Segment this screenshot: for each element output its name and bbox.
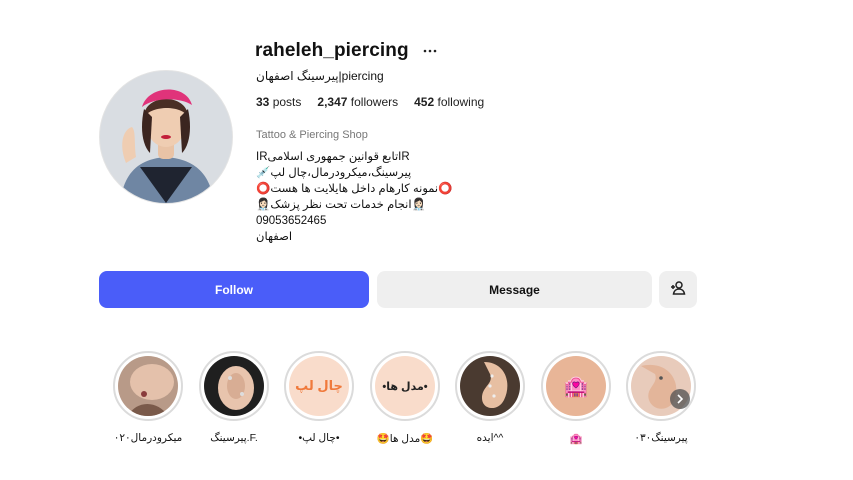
chevron-right-icon[interactable] bbox=[670, 389, 690, 409]
profile-bio: IRتابع قوانین جمهوری اسلامیIR 💉پیرسینگ،م… bbox=[256, 149, 452, 245]
story-highlight[interactable]: پیرسینگ.F. bbox=[199, 351, 269, 444]
more-horizontal-icon[interactable] bbox=[423, 49, 437, 53]
followers-link[interactable]: 2,347 followers bbox=[317, 95, 398, 109]
follow-button[interactable]: Follow bbox=[99, 271, 369, 308]
add-user-icon bbox=[670, 280, 686, 299]
profile-category: Tattoo & Piercing Shop bbox=[256, 129, 368, 141]
highlight-label: ایده^^ bbox=[476, 432, 504, 444]
bio-line: IRتابع قوانین جمهوری اسلامیIR bbox=[256, 151, 410, 163]
highlight-cover bbox=[460, 356, 520, 416]
highlight-cover-emoji: 🏩 bbox=[563, 375, 589, 398]
bio-phone[interactable]: 09053652465 bbox=[256, 213, 452, 229]
story-highlight[interactable]: چال لپ •چال لپ• bbox=[284, 351, 354, 444]
suggest-accounts-button[interactable] bbox=[659, 271, 697, 308]
highlight-label: 🏩 bbox=[569, 433, 583, 445]
highlight-cover bbox=[204, 356, 264, 416]
story-highlight[interactable]: •مدل ها• 🤩مدل ها🤩 bbox=[370, 351, 440, 445]
highlight-cover-text: چال لپ bbox=[295, 378, 343, 393]
profile-avatar[interactable] bbox=[99, 70, 233, 204]
bio-line: 👩🏻‍⚕️انجام خدمات تحت نظر پزشک👩🏻‍⚕️ bbox=[256, 199, 426, 211]
highlight-label: 🤩مدل ها🤩 bbox=[376, 433, 434, 445]
bio-line: ⭕نمونه کارهام داخل هایلایت ها هست⭕ bbox=[256, 183, 453, 195]
story-highlight[interactable]: ایده^^ bbox=[455, 351, 525, 444]
story-highlight[interactable]: میکرودرمال۰۲۰ bbox=[113, 351, 183, 444]
bio-location: اصفهان bbox=[256, 231, 293, 243]
profile-username: raheleh_piercing bbox=[255, 40, 409, 61]
story-highlight[interactable]: 🏩 🏩 bbox=[541, 351, 611, 445]
highlight-label: میکرودرمال۰۲۰ bbox=[113, 432, 183, 444]
profile-full-name: پیرسینگ اصفهان|piercing bbox=[256, 69, 384, 83]
highlight-label: پیرسینگ.F. bbox=[210, 432, 258, 444]
posts-count: 33 posts bbox=[256, 95, 302, 109]
highlight-cover: چال لپ bbox=[289, 356, 349, 416]
message-button[interactable]: Message bbox=[377, 271, 652, 308]
avatar-portrait bbox=[100, 71, 232, 203]
profile-stats: 33 posts 2,347 followers 452 following bbox=[256, 95, 484, 109]
bio-line: 💉پیرسینگ،میکرودرمال،چال لپ bbox=[256, 167, 412, 179]
highlight-cover-text: •مدل ها• bbox=[382, 380, 428, 393]
highlight-cover bbox=[118, 356, 178, 416]
highlight-label: پیرسینگ۰۳۰ bbox=[634, 432, 688, 444]
highlight-cover: 🏩 bbox=[546, 356, 606, 416]
highlight-label: •چال لپ• bbox=[298, 432, 340, 444]
highlight-cover: •مدل ها• bbox=[375, 356, 435, 416]
following-link[interactable]: 452 following bbox=[414, 95, 484, 109]
